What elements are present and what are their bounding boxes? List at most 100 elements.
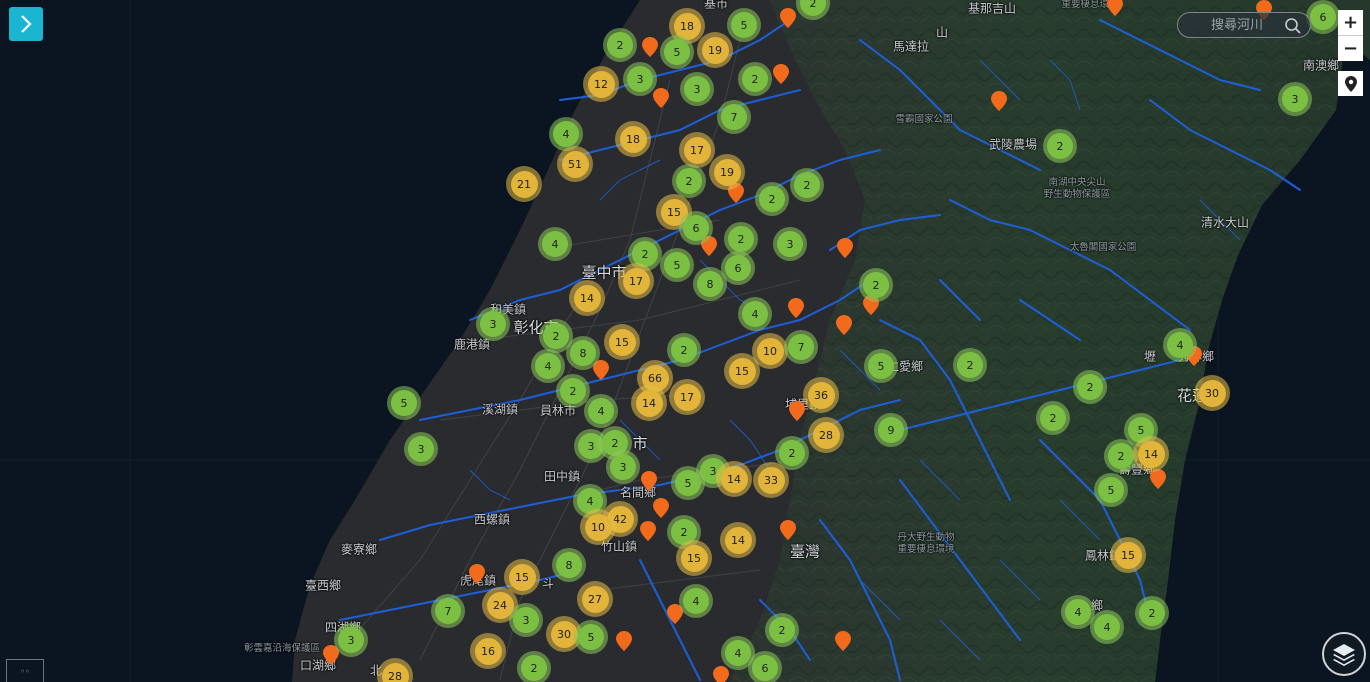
station-cluster-marker[interactable]: 2 bbox=[859, 268, 893, 302]
station-pin-icon[interactable] bbox=[640, 521, 656, 541]
station-cluster-marker[interactable]: 3 bbox=[773, 227, 807, 261]
station-pin-icon[interactable] bbox=[1150, 469, 1166, 489]
station-pin-icon[interactable] bbox=[991, 91, 1007, 111]
station-cluster-marker[interactable]: 3 bbox=[404, 432, 438, 466]
station-cluster-marker[interactable]: 2 bbox=[1073, 370, 1107, 404]
station-pin-icon[interactable] bbox=[653, 88, 669, 108]
station-cluster-marker[interactable]: 7 bbox=[431, 594, 465, 628]
station-cluster-marker[interactable]: 8 bbox=[693, 267, 727, 301]
station-pin-icon[interactable] bbox=[789, 401, 805, 421]
station-cluster-marker[interactable]: 2 bbox=[1135, 596, 1169, 630]
station-cluster-marker[interactable]: 6 bbox=[679, 211, 713, 245]
station-cluster-marker[interactable]: 4 bbox=[531, 349, 565, 383]
station-cluster-marker[interactable]: 2 bbox=[667, 333, 701, 367]
station-cluster-marker[interactable]: 17 bbox=[679, 132, 715, 168]
search-icon[interactable] bbox=[1284, 17, 1302, 35]
station-cluster-marker[interactable]: 7 bbox=[717, 100, 751, 134]
station-cluster-marker[interactable]: 5 bbox=[387, 386, 421, 420]
station-cluster-marker[interactable]: 15 bbox=[1110, 537, 1146, 573]
station-cluster-marker[interactable]: 15 bbox=[604, 324, 640, 360]
station-cluster-marker[interactable]: 3 bbox=[334, 623, 368, 657]
station-cluster-marker[interactable]: 5 bbox=[574, 620, 608, 654]
station-cluster-marker[interactable]: 5 bbox=[660, 35, 694, 69]
station-cluster-marker[interactable]: 14 bbox=[631, 385, 667, 421]
station-pin-icon[interactable] bbox=[780, 8, 796, 28]
station-cluster-marker[interactable]: 7 bbox=[784, 330, 818, 364]
station-cluster-marker[interactable]: 9 bbox=[874, 413, 908, 447]
station-cluster-marker[interactable]: 51 bbox=[557, 146, 593, 182]
station-cluster-marker[interactable]: 2 bbox=[765, 613, 799, 647]
station-cluster-marker[interactable]: 5 bbox=[1094, 473, 1128, 507]
river-search-box[interactable] bbox=[1177, 12, 1311, 38]
station-cluster-marker[interactable]: 4 bbox=[679, 584, 713, 618]
station-cluster-marker[interactable]: 15 bbox=[676, 540, 712, 576]
station-cluster-marker[interactable]: 36 bbox=[803, 377, 839, 413]
station-cluster-marker[interactable]: 30 bbox=[1194, 375, 1230, 411]
station-pin-icon[interactable] bbox=[469, 564, 485, 584]
station-cluster-marker[interactable]: 3 bbox=[623, 62, 657, 96]
zoom-out-button[interactable]: − bbox=[1338, 36, 1363, 61]
station-cluster-marker[interactable]: 4 bbox=[584, 394, 618, 428]
station-cluster-marker[interactable]: 10 bbox=[580, 509, 616, 545]
station-cluster-marker[interactable]: 2 bbox=[672, 164, 706, 198]
station-pin-icon[interactable] bbox=[788, 298, 804, 318]
station-cluster-marker[interactable]: 6 bbox=[748, 651, 782, 682]
station-cluster-marker[interactable]: 2 bbox=[517, 651, 551, 682]
station-pin-icon[interactable] bbox=[713, 666, 729, 682]
station-cluster-marker[interactable]: 5 bbox=[660, 248, 694, 282]
station-cluster-marker[interactable]: 3 bbox=[509, 603, 543, 637]
station-cluster-marker[interactable]: 5 bbox=[671, 466, 705, 500]
expand-panel-button[interactable] bbox=[9, 7, 43, 41]
station-pin-icon[interactable] bbox=[836, 315, 852, 335]
station-cluster-marker[interactable]: 17 bbox=[669, 379, 705, 415]
station-cluster-marker[interactable]: 3 bbox=[680, 72, 714, 106]
station-cluster-marker[interactable]: 2 bbox=[603, 28, 637, 62]
station-cluster-marker[interactable]: 8 bbox=[552, 548, 586, 582]
station-pin-icon[interactable] bbox=[653, 498, 669, 518]
station-cluster-marker[interactable]: 21 bbox=[506, 166, 542, 202]
river-map[interactable]: 臺中市彰化市和美鎮鹿港鎮溪湖鎮員林市市田中鎮名間鄉西螺鎮竹山鎮麥寮鄉臺西鄉虎尾鎮… bbox=[0, 0, 1370, 682]
station-cluster-marker[interactable]: 2 bbox=[755, 182, 789, 216]
station-cluster-marker[interactable]: 19 bbox=[709, 154, 745, 190]
station-pin-icon[interactable] bbox=[837, 238, 853, 258]
station-cluster-marker[interactable]: 3 bbox=[476, 307, 510, 341]
station-cluster-marker[interactable]: 17 bbox=[618, 263, 654, 299]
station-cluster-marker[interactable]: 33 bbox=[753, 462, 789, 498]
station-cluster-marker[interactable]: 19 bbox=[697, 32, 733, 68]
station-cluster-marker[interactable]: 4 bbox=[1090, 610, 1124, 644]
station-cluster-marker[interactable]: 14 bbox=[720, 522, 756, 558]
station-cluster-marker[interactable]: 2 bbox=[790, 168, 824, 202]
station-pin-icon[interactable] bbox=[780, 520, 796, 540]
station-cluster-marker[interactable]: 28 bbox=[808, 417, 844, 453]
station-pin-icon[interactable] bbox=[773, 64, 789, 84]
station-cluster-marker[interactable]: 2 bbox=[1036, 401, 1070, 435]
station-cluster-marker[interactable]: 14 bbox=[569, 280, 605, 316]
layers-button[interactable] bbox=[1322, 632, 1366, 676]
station-cluster-marker[interactable]: 16 bbox=[470, 633, 506, 669]
station-cluster-marker[interactable]: 3 bbox=[606, 450, 640, 484]
station-pin-icon[interactable] bbox=[641, 471, 657, 491]
station-cluster-marker[interactable]: 2 bbox=[738, 62, 772, 96]
station-cluster-marker[interactable]: 5 bbox=[727, 8, 761, 42]
station-pin-icon[interactable] bbox=[642, 37, 658, 57]
station-cluster-marker[interactable]: 2 bbox=[953, 348, 987, 382]
station-cluster-marker[interactable]: 14 bbox=[1133, 436, 1169, 472]
station-cluster-marker[interactable]: 3 bbox=[1278, 82, 1312, 116]
search-input[interactable] bbox=[1188, 13, 1286, 37]
station-cluster-marker[interactable]: 14 bbox=[716, 461, 752, 497]
station-cluster-marker[interactable]: 12 bbox=[583, 66, 619, 102]
station-cluster-marker[interactable]: 5 bbox=[864, 349, 898, 383]
station-pin-icon[interactable] bbox=[1107, 0, 1123, 16]
station-cluster-marker[interactable]: 4 bbox=[1163, 328, 1197, 362]
zoom-in-button[interactable]: + bbox=[1338, 10, 1363, 36]
station-cluster-marker[interactable]: 15 bbox=[724, 353, 760, 389]
station-cluster-marker[interactable]: 27 bbox=[577, 581, 613, 617]
station-cluster-marker[interactable]: 4 bbox=[738, 297, 772, 331]
station-pin-icon[interactable] bbox=[835, 631, 851, 651]
station-cluster-marker[interactable]: 6 bbox=[1306, 0, 1340, 34]
locate-button[interactable] bbox=[1338, 71, 1363, 96]
station-cluster-marker[interactable]: 2 bbox=[1043, 129, 1077, 163]
station-cluster-marker[interactable]: 8 bbox=[566, 336, 600, 370]
station-pin-icon[interactable] bbox=[616, 631, 632, 651]
station-cluster-marker[interactable]: 4 bbox=[538, 227, 572, 261]
